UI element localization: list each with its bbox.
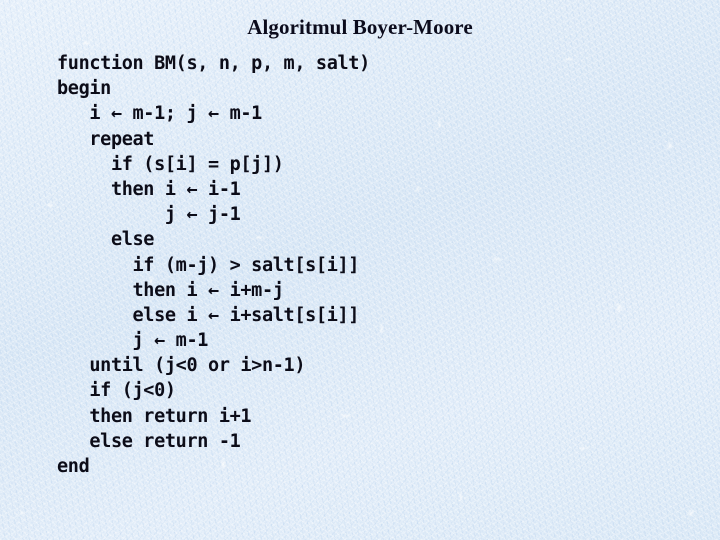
code-line: else i ← i+salt[s[i]]	[57, 304, 360, 326]
code-line: else	[57, 229, 155, 251]
code-line: begin	[57, 78, 111, 100]
code-line: if (m-j) > salt[s[i]]	[57, 254, 360, 276]
slide-canvas: Algoritmul Boyer-Moore function BM(s, n,…	[0, 0, 720, 540]
code-line: else return -1	[57, 430, 241, 452]
code-line: then i ← i+m-j	[57, 279, 284, 301]
code-line: until (j<0 or i>n-1)	[57, 355, 306, 377]
code-line: function BM(s, n, p, m, salt)	[57, 53, 370, 74]
page-title: Algoritmul Boyer-Moore	[247, 15, 473, 39]
code-line: j ← j-1	[57, 204, 241, 226]
code-line: then return i+1	[57, 405, 252, 427]
pseudocode-block: function BM(s, n, p, m, salt) begin i ← m…	[57, 51, 370, 479]
code-line: if (j<0)	[57, 380, 176, 402]
code-line: i ← m-1; j ← m-1	[57, 103, 262, 125]
code-line: repeat	[57, 128, 155, 150]
code-line: j ← m-1	[57, 330, 209, 352]
code-line: if (s[i] = p[j])	[57, 153, 284, 175]
code-line: then i ← i-1	[57, 178, 241, 200]
code-line: end	[57, 456, 90, 477]
